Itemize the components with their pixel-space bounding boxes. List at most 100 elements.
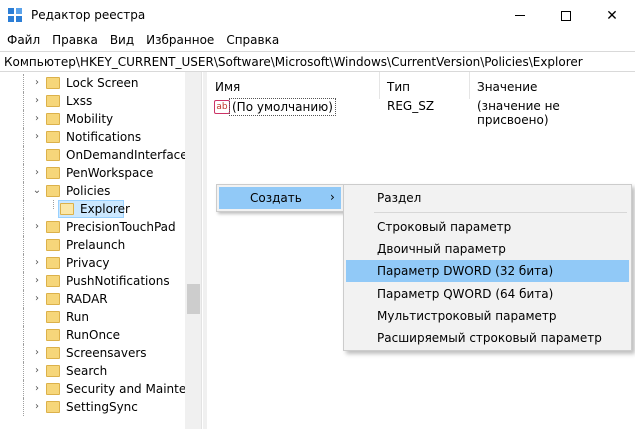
tree-item[interactable]: › PrecisionTouchPad: [0, 218, 185, 236]
tree-item-label: Security and Maintena: [66, 382, 202, 396]
folder-icon: [46, 149, 60, 161]
chevron-down-icon[interactable]: ⌄: [32, 185, 42, 197]
folder-icon: [60, 203, 74, 215]
tree-guide-line: [23, 110, 24, 128]
folder-icon: [46, 95, 60, 107]
folder-icon: [46, 131, 60, 143]
folder-icon: [46, 293, 60, 305]
chevron-right-icon[interactable]: ›: [32, 77, 42, 89]
close-icon: ✕: [606, 7, 618, 24]
folder-icon: [46, 329, 60, 341]
value-name[interactable]: (По умолчанию): [229, 98, 336, 116]
tree-item-label: Notifications: [66, 130, 142, 144]
folder-icon: [46, 221, 60, 233]
tree-guide-line: [23, 290, 24, 308]
chevron-right-icon[interactable]: ›: [32, 95, 42, 107]
tree-guide-line: [23, 380, 24, 398]
value-type: REG_SZ: [387, 99, 435, 113]
context-menu: Создать ›: [216, 184, 344, 212]
submenu-item-string[interactable]: Строковый параметр: [346, 216, 629, 238]
tree-scroll-thumb[interactable]: [187, 284, 200, 314]
tree-guide-line: [23, 164, 24, 182]
tree-item[interactable]: › PenWorkspace: [0, 164, 185, 182]
menu-file[interactable]: Файл: [0, 31, 46, 51]
tree-item[interactable]: Explorer: [0, 200, 185, 218]
folder-icon: [46, 365, 60, 377]
chevron-right-icon: ›: [330, 190, 335, 204]
folder-icon: [46, 257, 60, 269]
submenu-item-key[interactable]: Раздел: [346, 187, 629, 209]
create-submenu: Раздел Строковый параметр Двоичный парам…: [343, 184, 632, 351]
tree-item[interactable]: › Lxss: [0, 92, 185, 110]
tree-item[interactable]: › Mobility: [0, 110, 185, 128]
submenu-item-multistring[interactable]: Мультистроковый параметр: [346, 305, 629, 327]
tree-item[interactable]: › PushNotifications: [0, 272, 185, 290]
maximize-button[interactable]: [543, 0, 589, 31]
column-separator[interactable]: [379, 72, 380, 99]
menu-view[interactable]: Вид: [104, 31, 140, 51]
tree-item-label: Lock Screen: [66, 76, 139, 90]
submenu-item-expandable-string[interactable]: Расширяемый строковый параметр: [346, 327, 629, 349]
address-bar[interactable]: Компьютер\HKEY_CURRENT_USER\Software\Mic…: [0, 51, 635, 72]
chevron-right-icon[interactable]: ›: [32, 167, 42, 179]
tree-guide-line: [23, 362, 24, 380]
column-value[interactable]: Значение: [477, 72, 537, 99]
tree-item[interactable]: Prelaunch: [0, 236, 185, 254]
menu-help[interactable]: Справка: [220, 31, 285, 51]
chevron-right-icon[interactable]: ›: [32, 113, 42, 125]
tree-guide-line: [23, 200, 24, 218]
tree-guide-line: [23, 128, 24, 146]
submenu-item-qword[interactable]: Параметр QWORD (64 бита): [346, 283, 629, 305]
create-label: Создать: [250, 191, 302, 205]
folder-icon: [46, 383, 60, 395]
key-tree[interactable]: › Lock Screen › Lxss › Mobility › Notifications…: [0, 72, 202, 429]
chevron-right-icon[interactable]: ›: [32, 293, 42, 305]
tree-item[interactable]: OnDemandInterfaceCa: [0, 146, 201, 164]
tree-guide-line: [23, 308, 24, 326]
tree-guide-line: [23, 398, 24, 416]
tree-item[interactable]: › SettingSync: [0, 398, 185, 416]
tree-item[interactable]: Run: [0, 308, 185, 326]
minimize-button[interactable]: [497, 0, 543, 31]
chevron-right-icon[interactable]: ›: [32, 221, 42, 233]
tree-item[interactable]: › Notifications: [0, 128, 185, 146]
tree-guide-line: [23, 146, 24, 164]
tree-item[interactable]: ⌄ Policies: [0, 182, 185, 200]
window-title: Редактор реестра: [31, 8, 146, 22]
chevron-right-icon[interactable]: ›: [32, 131, 42, 143]
tree-item[interactable]: › Lock Screen: [0, 74, 185, 92]
create-menu-item[interactable]: Создать ›: [219, 187, 341, 209]
menu-edit[interactable]: Правка: [46, 31, 104, 51]
title-bar: Редактор реестра ✕: [0, 0, 635, 31]
tree-item[interactable]: › Search: [0, 362, 185, 380]
chevron-right-icon[interactable]: ›: [32, 365, 42, 377]
menu-favorites[interactable]: Избранное: [140, 31, 220, 51]
chevron-right-icon[interactable]: ›: [32, 401, 42, 413]
tree-item[interactable]: › RADAR: [0, 290, 185, 308]
tree-scrollbar[interactable]: [185, 72, 201, 429]
tree-item-label: Screensavers: [66, 346, 147, 360]
tree-item[interactable]: › Screensavers: [0, 344, 185, 362]
tree-item[interactable]: RunOnce: [0, 326, 185, 344]
column-type[interactable]: Тип: [387, 72, 410, 99]
minimize-icon: [515, 15, 525, 16]
value-data: (значение не присвоено): [477, 99, 560, 127]
tree-item[interactable]: › Privacy: [0, 254, 185, 272]
tree-guide-line: [53, 200, 54, 209]
folder-icon: [46, 401, 60, 413]
close-button[interactable]: ✕: [589, 0, 635, 31]
chevron-right-icon[interactable]: ›: [32, 347, 42, 359]
column-name[interactable]: Имя: [215, 72, 240, 99]
chevron-right-icon[interactable]: ›: [32, 257, 42, 269]
maximize-icon: [561, 10, 571, 21]
chevron-right-icon[interactable]: ›: [32, 383, 42, 395]
tree-item[interactable]: › Security and Maintena: [0, 380, 201, 398]
tree-item-label: PenWorkspace: [66, 166, 154, 180]
column-separator[interactable]: [469, 72, 470, 99]
folder-icon: [46, 311, 60, 323]
chevron-right-icon[interactable]: ›: [32, 275, 42, 287]
tree-guide-line: [23, 218, 24, 236]
tree-item-label: Mobility: [66, 112, 114, 126]
submenu-item-binary[interactable]: Двоичный параметр: [346, 238, 629, 260]
submenu-item-dword[interactable]: Параметр DWORD (32 бита): [346, 260, 629, 282]
